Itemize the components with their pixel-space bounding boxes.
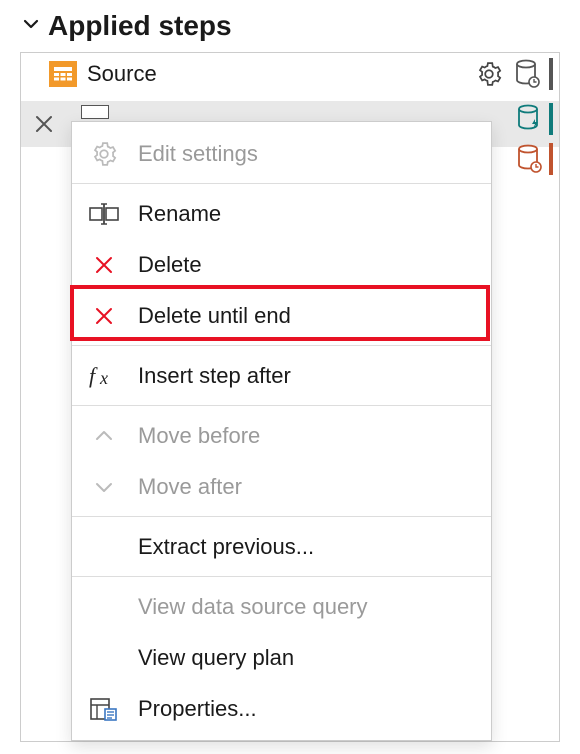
applied-steps-header[interactable]: Applied steps (0, 4, 580, 52)
menu-label: Move before (138, 423, 260, 449)
menu-label: Rename (138, 201, 221, 227)
menu-separator (72, 576, 491, 577)
status-bar-orange (549, 143, 553, 175)
menu-label: Delete (138, 252, 202, 278)
svg-text:f: f (89, 363, 98, 388)
menu-insert-step-after[interactable]: f x Insert step after (72, 350, 491, 401)
database-clock-icon[interactable] (513, 143, 545, 175)
menu-label: View data source query (138, 594, 368, 620)
context-menu: Edit settings Rename Delete (71, 121, 492, 741)
menu-move-before: Move before (72, 410, 491, 461)
database-icon[interactable] (511, 58, 543, 90)
menu-extract-previous[interactable]: Extract previous... (72, 521, 491, 572)
menu-view-query-plan[interactable]: View query plan (72, 632, 491, 683)
status-bar (549, 58, 553, 90)
menu-label: Extract previous... (138, 534, 314, 560)
menu-label: View query plan (138, 645, 294, 671)
menu-separator (72, 516, 491, 517)
menu-separator (72, 183, 491, 184)
menu-edit-settings: Edit settings (72, 128, 491, 179)
step-label: Source (87, 61, 463, 87)
table-icon (49, 61, 77, 87)
step-icon-placeholder (81, 105, 109, 119)
menu-label: Edit settings (138, 141, 258, 167)
fx-icon: f x (88, 360, 120, 392)
menu-separator (72, 405, 491, 406)
menu-separator (72, 345, 491, 346)
menu-label: Insert step after (138, 363, 291, 389)
step-row-actions (473, 58, 553, 90)
rename-icon (88, 198, 120, 230)
applied-steps-panel: Source (20, 52, 560, 742)
step-row-source[interactable]: Source (21, 53, 559, 95)
menu-delete-until-end[interactable]: Delete until end (72, 290, 491, 341)
menu-view-data-source-query: View data source query (72, 581, 491, 632)
chevron-down-icon (22, 15, 40, 38)
menu-delete[interactable]: Delete (72, 239, 491, 290)
gear-icon (88, 138, 120, 170)
properties-icon (88, 693, 120, 725)
chevron-up-icon (88, 420, 120, 452)
gear-icon[interactable] (473, 58, 505, 90)
menu-label: Properties... (138, 696, 257, 722)
menu-label: Delete until end (138, 303, 291, 329)
status-bar-teal (549, 103, 553, 135)
database-lightning-icon[interactable] (513, 103, 545, 135)
side-status-icons (513, 103, 553, 175)
delete-step-x[interactable] (27, 107, 61, 141)
chevron-down-icon (88, 471, 120, 503)
menu-label: Move after (138, 474, 242, 500)
menu-properties[interactable]: Properties... (72, 683, 491, 734)
svg-text:x: x (99, 368, 108, 388)
menu-move-after: Move after (72, 461, 491, 512)
menu-rename[interactable]: Rename (72, 188, 491, 239)
x-icon-red (88, 249, 120, 281)
applied-steps-title: Applied steps (48, 10, 232, 42)
x-icon-red (88, 300, 120, 332)
